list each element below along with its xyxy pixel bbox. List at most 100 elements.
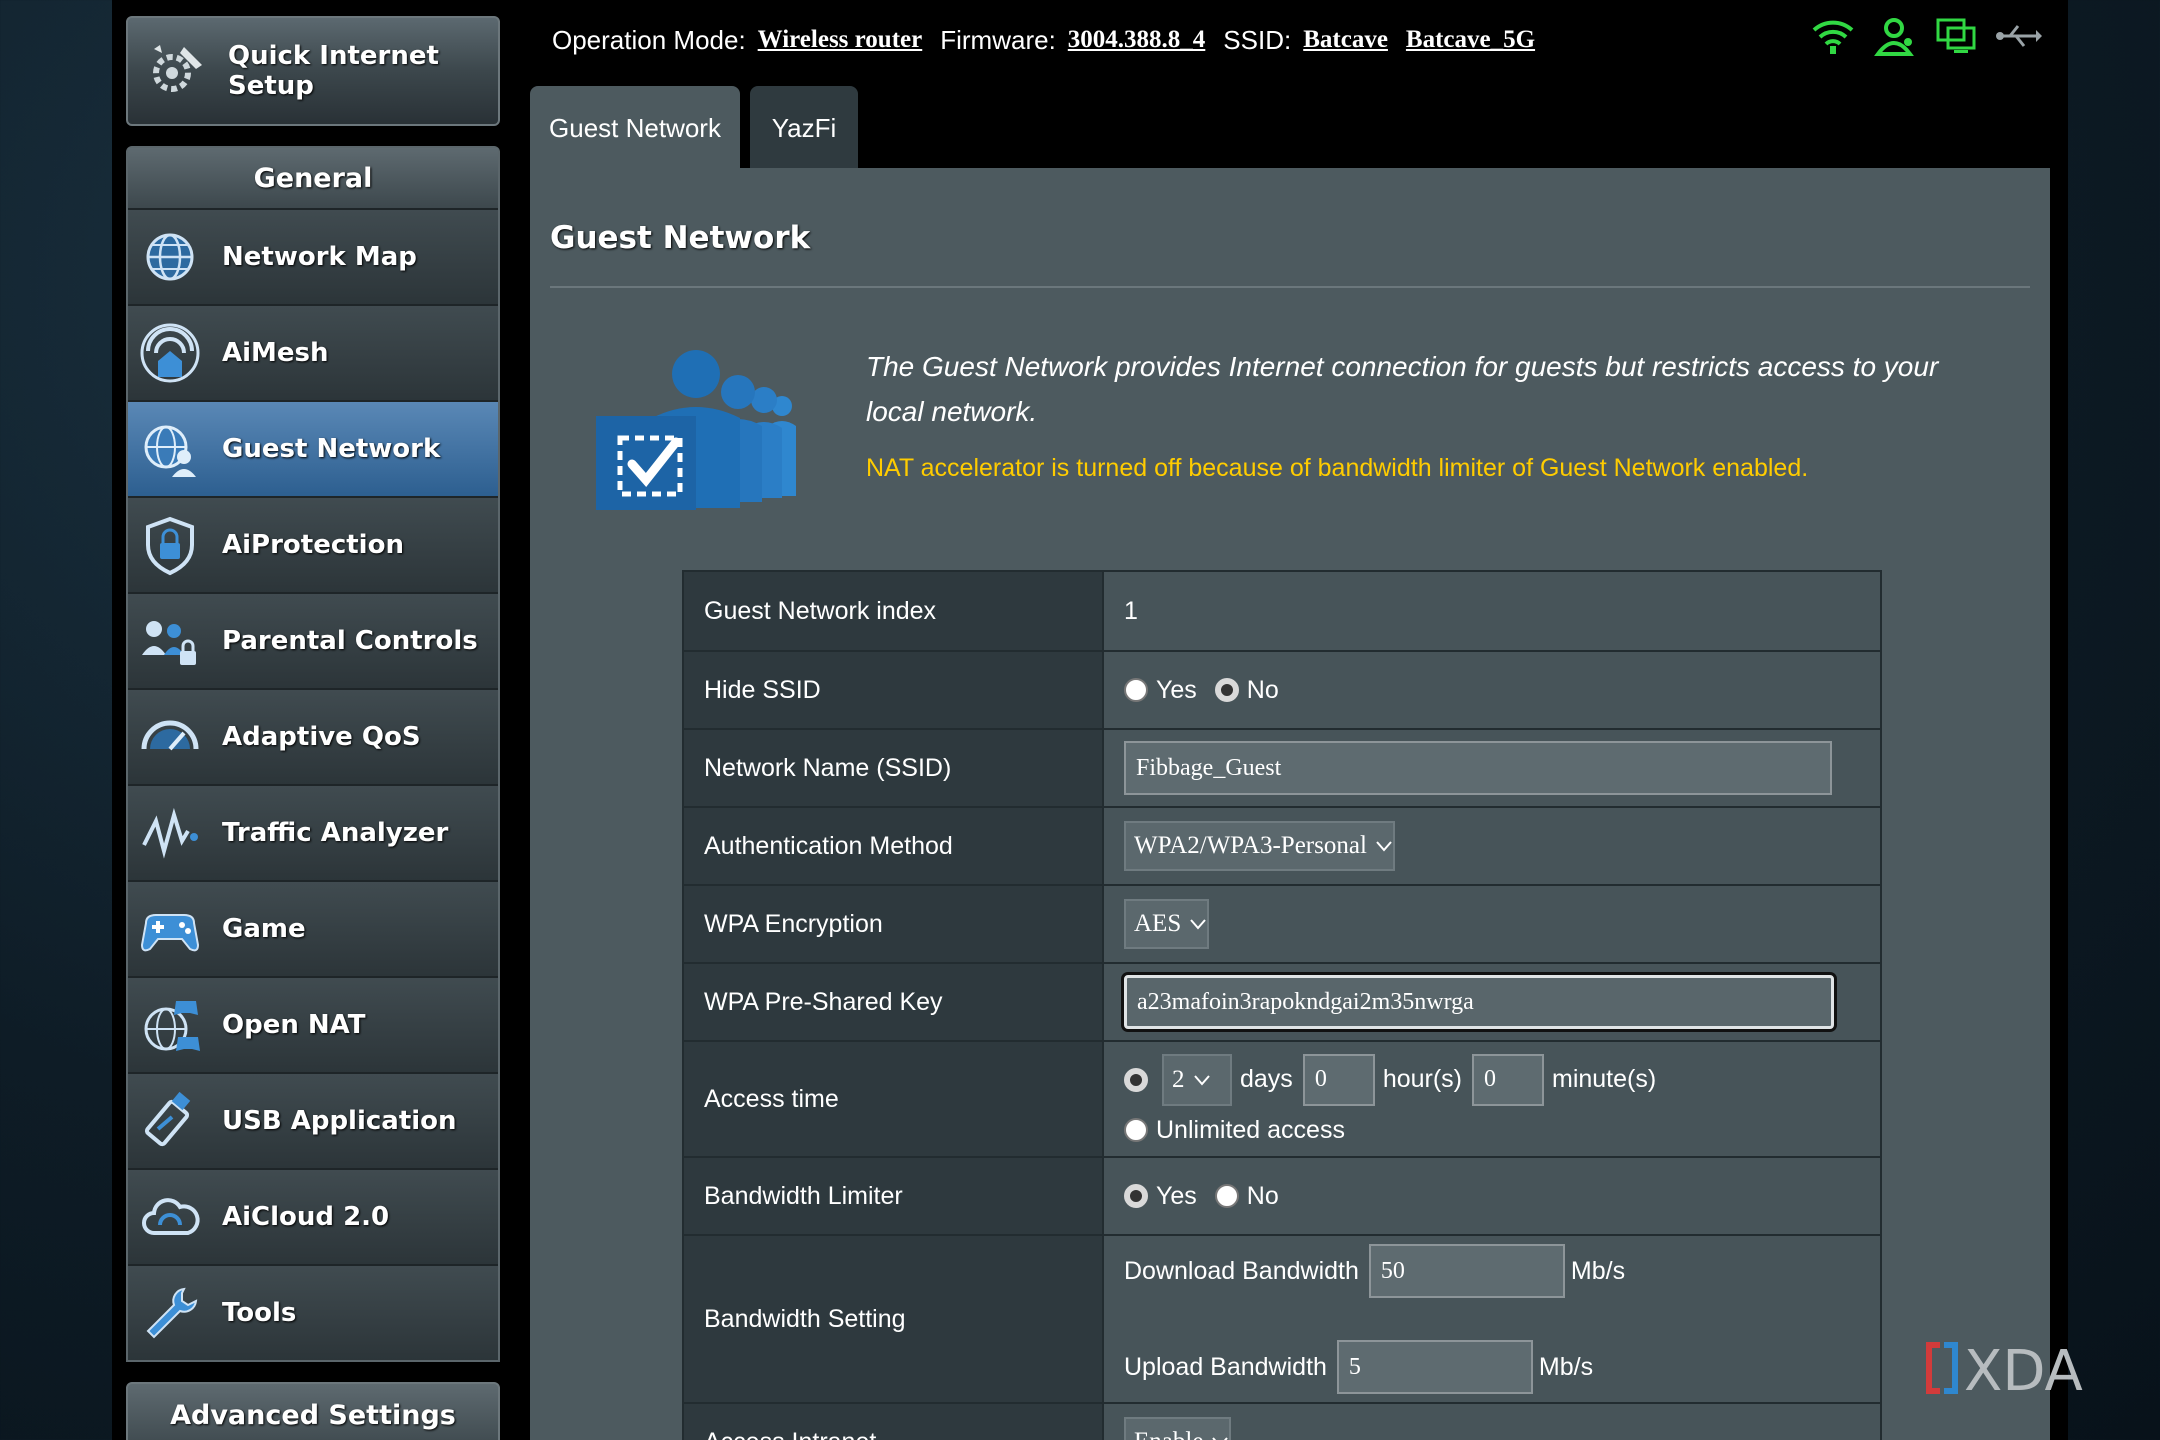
sidebar-item-tools[interactable]: Tools xyxy=(128,1264,498,1360)
nat-warning: NAT accelerator is turned off because of… xyxy=(866,454,1809,482)
minutes-unit: minute(s) xyxy=(1552,1065,1657,1093)
sidebar-item-label: AiProtection xyxy=(222,530,404,560)
xda-watermark-logo: XDA xyxy=(1926,1339,2083,1400)
psk-label: WPA Pre-Shared Key xyxy=(684,964,1104,1040)
sidebar-item-usb-application[interactable]: USB Application xyxy=(128,1072,498,1168)
unlimited-access-label: Unlimited access xyxy=(1156,1115,1345,1144)
family-lock-icon xyxy=(142,621,196,665)
wpa-encryption-label: WPA Encryption xyxy=(684,886,1104,962)
globe-gamepad-icon xyxy=(144,1001,200,1051)
table-row: Authentication Method WPA2/WPA3-Personal xyxy=(684,806,1880,884)
speedometer-icon xyxy=(141,720,199,751)
sidebar-item-parental-controls[interactable]: Parental Controls xyxy=(128,592,498,688)
table-row: WPA Pre-Shared Key a23mafoin3rapokndgai2… xyxy=(684,962,1880,1040)
table-row: Bandwidth Limiter Yes No xyxy=(684,1156,1880,1234)
download-bandwidth-input[interactable]: 50 xyxy=(1368,1244,1565,1298)
access-minutes-input[interactable]: 0 xyxy=(1472,1053,1544,1106)
sidebar-item-network-map[interactable]: Network Map xyxy=(128,208,498,304)
access-unlimited-radio[interactable] xyxy=(1124,1118,1148,1142)
title-divider xyxy=(550,286,2030,288)
hours-unit: hour(s) xyxy=(1382,1065,1462,1093)
sidebar-item-label: Traffic Analyzer xyxy=(222,818,449,848)
wrench-icon xyxy=(146,1287,198,1339)
sidebar-item-label: Guest Network xyxy=(222,434,441,464)
days-unit: days xyxy=(1240,1065,1293,1093)
monitor-icon[interactable] xyxy=(1934,16,1980,56)
access-hours-input[interactable]: 0 xyxy=(1302,1053,1375,1106)
status-bar: Operation Mode: Wireless router Firmware… xyxy=(552,20,1553,60)
hide-ssid-label: Hide SSID xyxy=(684,652,1104,728)
index-label: Guest Network index xyxy=(684,572,1104,650)
guest-network-form: Guest Network index 1 Hide SSID Yes No N… xyxy=(682,570,1882,1440)
gamepad-icon xyxy=(140,914,200,952)
hide-ssid-no-label: No xyxy=(1246,675,1279,704)
aimesh-home-icon xyxy=(140,323,200,383)
psk-input[interactable]: a23mafoin3rapokndgai2m35nwrga xyxy=(1124,975,1834,1029)
upload-bandwidth-input[interactable]: 5 xyxy=(1336,1340,1533,1394)
traffic-waveform-icon xyxy=(142,807,198,859)
index-value: 1 xyxy=(1124,596,1138,625)
operation-mode-link[interactable]: Wireless router xyxy=(758,26,923,54)
sidebar-item-adaptive-qos[interactable]: Adaptive QoS xyxy=(128,688,498,784)
sidebar-item-aiprotection[interactable]: AiProtection xyxy=(128,496,498,592)
table-row: Hide SSID Yes No xyxy=(684,650,1880,728)
chevron-down-icon xyxy=(1193,1074,1210,1086)
sidebar-item-label: Parental Controls xyxy=(222,626,478,656)
upload-bandwidth-label: Upload Bandwidth xyxy=(1124,1352,1327,1381)
sidebar-item-game[interactable]: Game xyxy=(128,880,498,976)
wifi-icon[interactable] xyxy=(1810,16,1856,56)
ssid-input[interactable]: Fibbage_Guest xyxy=(1124,741,1832,795)
table-row: Access Intranet Enable xyxy=(684,1402,1880,1440)
sidebar-item-label: Tools xyxy=(222,1298,297,1328)
wpa-encryption-select[interactable]: AES xyxy=(1124,899,1210,949)
guest-globe-icon xyxy=(144,425,196,477)
download-unit: Mb/s xyxy=(1570,1256,1626,1285)
usb-icon[interactable] xyxy=(1996,16,2042,56)
hide-ssid-yes-radio[interactable] xyxy=(1124,678,1148,702)
sidebar: Quick Internet Setup General Network Map xyxy=(126,0,500,1440)
bw-limiter-no-radio[interactable] xyxy=(1214,1184,1239,1208)
sidebar-item-guest-network[interactable]: Guest Network xyxy=(128,400,498,496)
sidebar-item-open-nat[interactable]: Open NAT xyxy=(128,976,498,1072)
setup-wizard-icon xyxy=(153,45,202,92)
operation-mode-label: Operation Mode: xyxy=(552,24,746,55)
sidebar-item-label: Adaptive QoS xyxy=(222,722,421,752)
ssid-5g-link[interactable]: Batcave_5G xyxy=(1406,26,1535,54)
auth-method-label: Authentication Method xyxy=(684,808,1104,884)
bandwidth-limiter-label: Bandwidth Limiter xyxy=(684,1158,1104,1234)
firmware-link[interactable]: 3004.388.8_4 xyxy=(1068,26,1206,54)
quick-internet-setup-button[interactable]: Quick Internet Setup xyxy=(126,16,500,126)
table-row: WPA Encryption AES xyxy=(684,884,1880,962)
sidebar-item-label: AiCloud 2.0 xyxy=(222,1202,390,1232)
sidebar-item-label: Open NAT xyxy=(222,1010,366,1040)
bw-limiter-yes-radio[interactable] xyxy=(1124,1184,1148,1208)
hide-ssid-no-radio[interactable] xyxy=(1214,678,1239,702)
access-time-limited-radio[interactable] xyxy=(1124,1067,1148,1092)
access-intranet-label: Access Intranet xyxy=(684,1404,1104,1440)
advanced-settings-header[interactable]: Advanced Settings xyxy=(126,1382,500,1440)
access-intranet-select[interactable]: Enable xyxy=(1124,1417,1232,1440)
table-row: Guest Network index 1 xyxy=(684,572,1880,650)
ssid-2g-link[interactable]: Batcave xyxy=(1303,26,1388,54)
sidebar-item-label: Network Map xyxy=(222,242,417,272)
sidebar-item-aimesh[interactable]: AiMesh xyxy=(128,304,498,400)
auth-method-value: WPA2/WPA3-Personal xyxy=(1134,832,1367,859)
table-row: Bandwidth Setting Download Bandwidth 50 … xyxy=(684,1234,1880,1402)
bw-limiter-yes-label: Yes xyxy=(1156,1181,1197,1210)
globe-network-icon xyxy=(146,233,194,281)
general-menu: General Network Map AiMesh Guest Network… xyxy=(126,146,500,1362)
shield-lock-icon xyxy=(146,516,194,576)
auth-method-select[interactable]: WPA2/WPA3-Personal xyxy=(1124,821,1395,871)
sidebar-item-aicloud[interactable]: AiCloud 2.0 xyxy=(128,1168,498,1264)
quick-internet-setup-label: Quick Internet Setup xyxy=(228,41,439,101)
tab-yazfi[interactable]: YazFi xyxy=(750,86,858,170)
sidebar-item-traffic-analyzer[interactable]: Traffic Analyzer xyxy=(128,784,498,880)
tab-guest-network[interactable]: Guest Network xyxy=(530,86,740,170)
guest-users-icon xyxy=(596,350,796,510)
hide-ssid-yes-label: Yes xyxy=(1156,675,1197,704)
content-panel: Guest Network The Guest Network provides… xyxy=(530,168,2050,1440)
router-admin-window: Quick Internet Setup General Network Map xyxy=(112,0,2068,1440)
client-user-icon[interactable] xyxy=(1872,16,1918,56)
sidebar-item-label: Game xyxy=(222,914,306,944)
access-days-select[interactable]: 2 xyxy=(1162,1053,1232,1106)
